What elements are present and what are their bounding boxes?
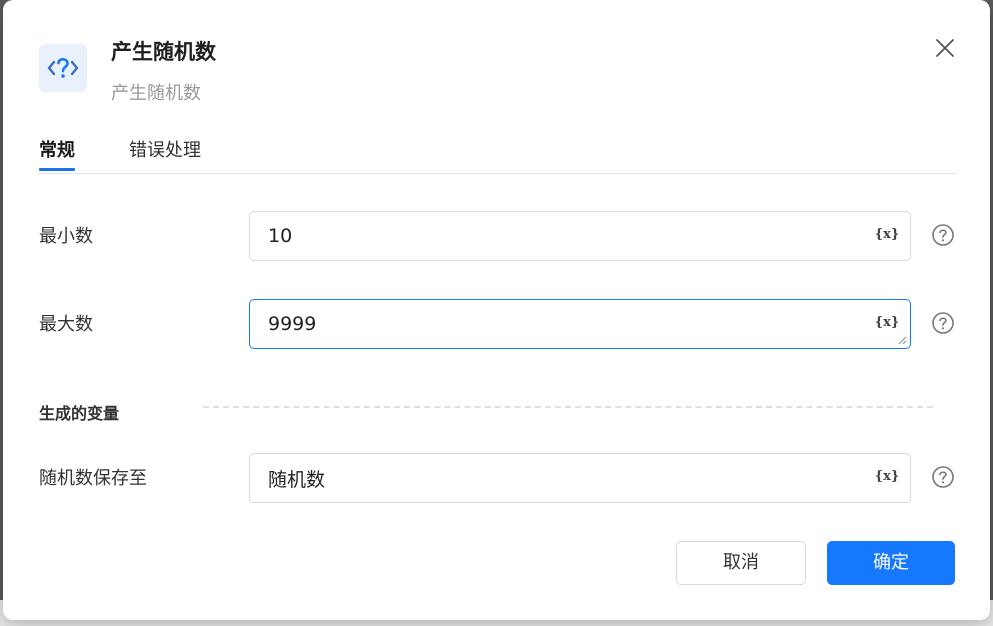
min-number-field[interactable]: {x} (249, 211, 911, 261)
active-tab-indicator (39, 168, 75, 171)
confirm-button[interactable]: 确定 (827, 541, 955, 585)
tab-error-handling-label: 错误处理 (129, 140, 201, 161)
save-to-field[interactable]: {x} (249, 453, 911, 503)
min-number-input[interactable] (268, 212, 848, 260)
tab-bar: 常规 错误处理 (39, 136, 957, 174)
tab-error-handling[interactable]: 错误处理 (129, 136, 201, 170)
insert-variable-icon[interactable]: {x} (874, 224, 900, 246)
max-number-input[interactable] (268, 300, 848, 348)
dialog-title: 产生随机数 (111, 40, 216, 64)
save-to-input[interactable] (268, 454, 848, 502)
save-to-label: 随机数保存至 (39, 468, 147, 489)
insert-variable-icon[interactable]: {x} (874, 312, 900, 334)
generated-variables-heading: 生成的变量 (39, 404, 120, 423)
insert-variable-icon[interactable]: {x} (874, 466, 900, 488)
random-number-dialog: 产生随机数 产生随机数 常规 错误处理 最小数 {x} 最大数 {x} (3, 0, 990, 620)
resize-grip-icon[interactable] (897, 335, 907, 345)
section-divider (203, 406, 933, 408)
max-number-label: 最大数 (39, 314, 93, 335)
dialog-subtitle: 产生随机数 (111, 83, 201, 104)
help-icon[interactable] (931, 311, 955, 335)
tab-divider (39, 173, 957, 174)
tab-general-label: 常规 (39, 140, 75, 161)
tab-general[interactable]: 常规 (39, 136, 75, 171)
help-icon[interactable] (931, 223, 955, 247)
random-question-icon (39, 44, 87, 92)
min-number-label: 最小数 (39, 226, 93, 247)
help-icon[interactable] (931, 465, 955, 489)
cancel-button[interactable]: 取消 (676, 541, 806, 585)
max-number-field[interactable]: {x} (249, 299, 911, 349)
close-icon[interactable] (931, 34, 959, 62)
